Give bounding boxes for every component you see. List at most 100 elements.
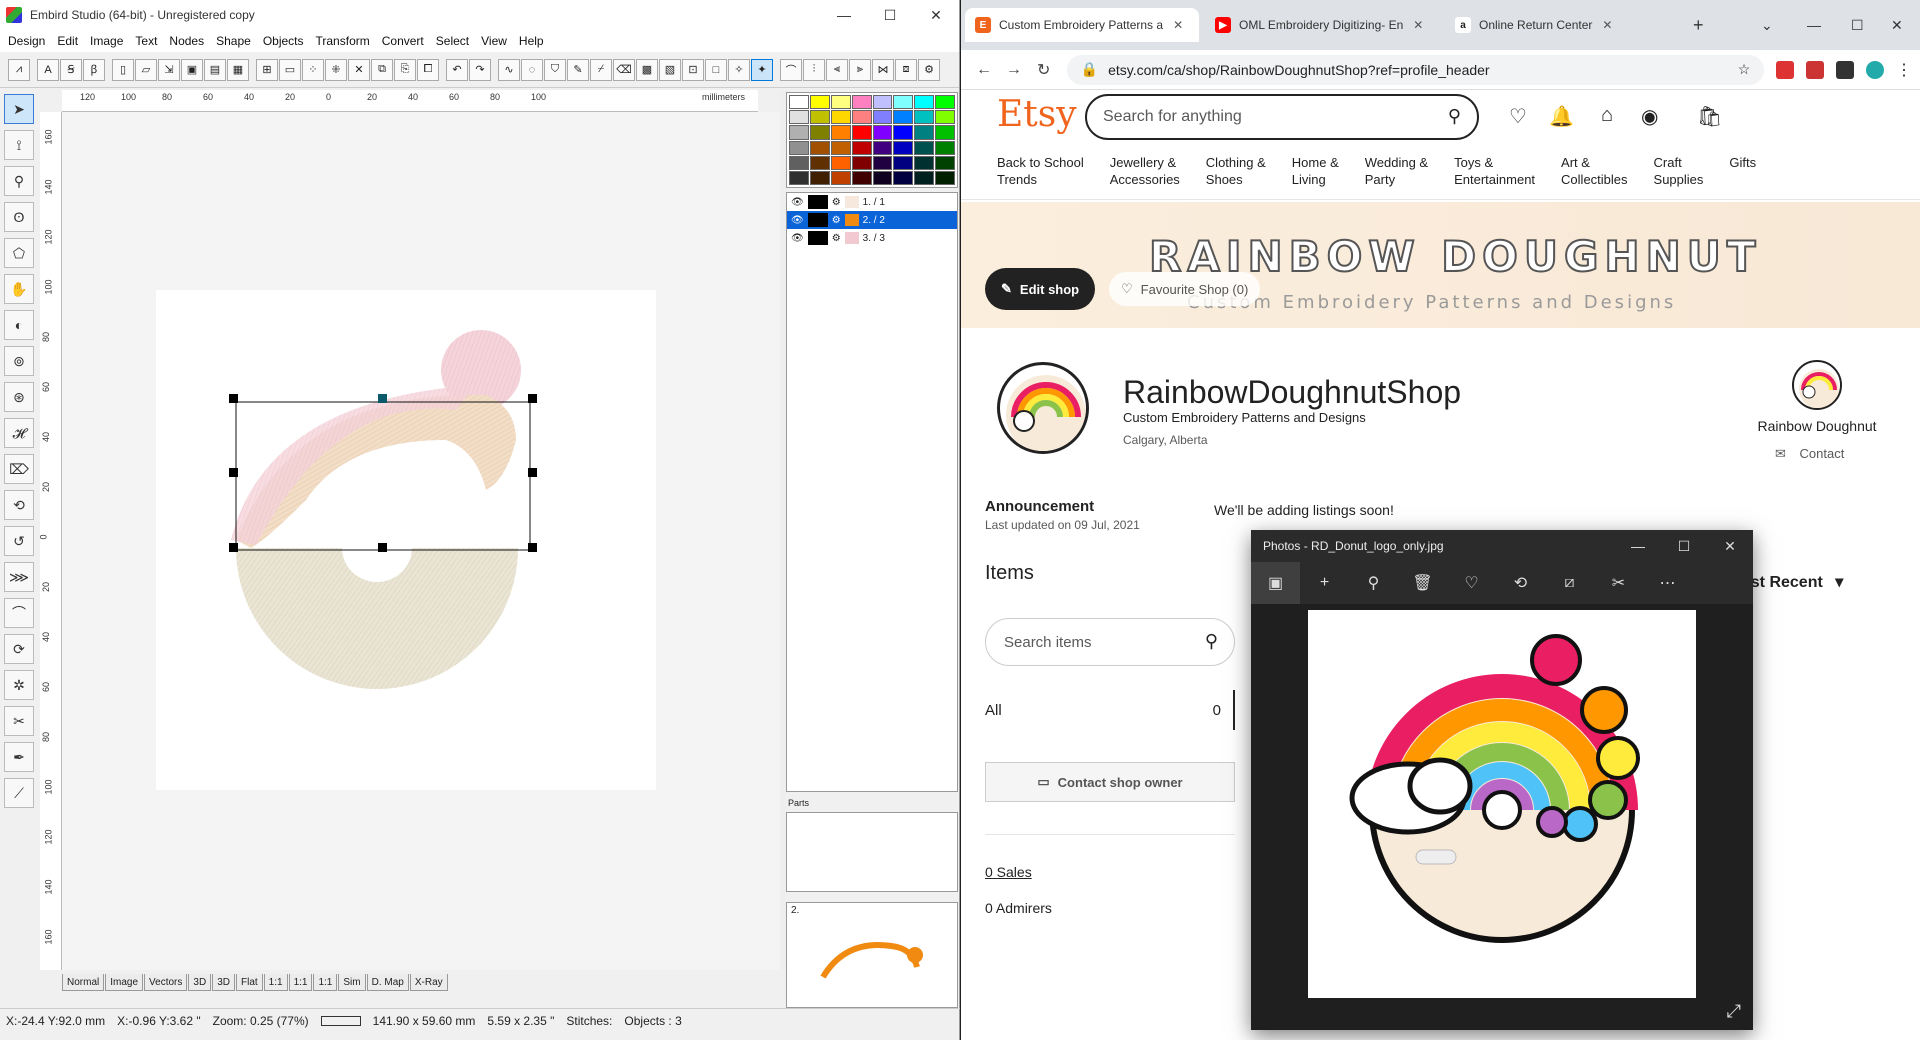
- close-button[interactable]: ✕: [1707, 530, 1753, 562]
- loop-tool-icon[interactable]: ↺: [4, 526, 34, 556]
- color-swatch[interactable]: [851, 140, 872, 155]
- measure-tool-icon[interactable]: ⟋: [4, 778, 34, 808]
- heart-icon[interactable]: ♡: [1509, 104, 1527, 129]
- account-avatar[interactable]: ◉: [1641, 104, 1658, 129]
- etsy-search-input[interactable]: Search for anything ⚲: [1085, 94, 1479, 140]
- print-icon[interactable]: ▦: [227, 58, 249, 81]
- close-tab-icon[interactable]: ✕: [1602, 18, 1612, 32]
- view-tab[interactable]: Flat: [235, 974, 263, 991]
- color-swatch[interactable]: [935, 155, 955, 170]
- more-icon[interactable]: ⋯: [1643, 562, 1692, 604]
- view-tab[interactable]: X-Ray: [409, 974, 448, 991]
- curve-icon[interactable]: ⌒: [780, 58, 802, 81]
- color-swatch[interactable]: [830, 125, 851, 140]
- color-swatch[interactable]: [893, 155, 914, 170]
- eye-icon[interactable]: 👁: [791, 233, 804, 244]
- profile-avatar[interactable]: [1866, 60, 1884, 79]
- gear-icon[interactable]: ⚙: [832, 233, 841, 244]
- color-swatch[interactable]: [809, 155, 830, 170]
- category-link[interactable]: Jewellery & Accessories: [1110, 154, 1180, 188]
- edit-shop-button[interactable]: ✎ Edit shop: [985, 268, 1096, 310]
- bezier-icon[interactable]: ∿: [498, 58, 520, 81]
- square-icon[interactable]: □: [705, 58, 727, 81]
- color-swatch[interactable]: [851, 170, 872, 185]
- color-swatch[interactable]: [914, 95, 935, 110]
- color-swatch[interactable]: [789, 170, 809, 185]
- settings-icon[interactable]: ⚙: [918, 58, 940, 81]
- menu-item[interactable]: Objects: [259, 34, 312, 48]
- pipette-icon[interactable]: ⌿: [590, 58, 612, 81]
- color-swatch[interactable]: [935, 140, 955, 155]
- view-tab[interactable]: Normal: [62, 974, 105, 991]
- color-swatch[interactable]: [914, 155, 935, 170]
- color-swatch[interactable]: [893, 110, 914, 125]
- edit-icon[interactable]: ✂: [1594, 562, 1643, 604]
- search-icon[interactable]: ⚲: [1205, 631, 1218, 652]
- color-swatch[interactable]: [830, 155, 851, 170]
- menu-item[interactable]: Text: [131, 34, 165, 48]
- category-link[interactable]: Craft Supplies: [1654, 154, 1704, 188]
- extension-icon[interactable]: [1776, 60, 1795, 79]
- etsy-logo[interactable]: Etsy: [997, 94, 1077, 135]
- bell-icon[interactable]: 🔔: [1549, 104, 1574, 129]
- new-icon[interactable]: ▯: [112, 58, 134, 81]
- zoom-icon[interactable]: ⚲: [1349, 562, 1398, 604]
- color-swatch[interactable]: [851, 95, 872, 110]
- maximize-button[interactable]: ☐: [1841, 8, 1874, 42]
- object-row[interactable]: 👁 ⚙ 3. / 3: [787, 229, 957, 247]
- category-link[interactable]: Clothing & Shoes: [1206, 154, 1266, 188]
- menu-item[interactable]: Nodes: [165, 34, 212, 48]
- menu-item[interactable]: Shape: [212, 34, 259, 48]
- cycle-tool-icon[interactable]: ⟳: [4, 634, 34, 664]
- sales-link[interactable]: 0 Sales: [985, 864, 1032, 880]
- back-icon[interactable]: ←: [969, 61, 999, 79]
- forward-icon[interactable]: →: [999, 61, 1029, 79]
- color-swatch[interactable]: [872, 110, 893, 125]
- knife-tool-icon[interactable]: ✂: [4, 706, 34, 736]
- redo-icon[interactable]: ↷: [469, 58, 491, 81]
- ribbon-tool-icon[interactable]: ⟲: [4, 490, 34, 520]
- gear-tool-icon[interactable]: ✲: [4, 670, 34, 700]
- new-tab-button[interactable]: +: [1683, 8, 1714, 42]
- items-search-input[interactable]: Search items ⚲: [985, 618, 1235, 666]
- color-swatch[interactable]: [830, 170, 851, 185]
- menu-item[interactable]: Transform: [312, 34, 378, 48]
- color-swatch[interactable]: [789, 155, 809, 170]
- open-icon[interactable]: ▱: [135, 58, 157, 81]
- pointer-tool-icon[interactable]: ➤: [4, 94, 34, 124]
- shirt-icon[interactable]: ⛉: [544, 58, 566, 81]
- category-link[interactable]: Gifts: [1729, 154, 1756, 188]
- menu-item[interactable]: Image: [86, 34, 131, 48]
- view-tab[interactable]: Image: [105, 974, 144, 991]
- tab-youtube[interactable]: ▶ OML Embroidery Digitizing- En ✕: [1205, 8, 1439, 42]
- parts-panel[interactable]: [786, 812, 958, 892]
- view-tab[interactable]: 3D: [188, 974, 212, 991]
- wand-icon[interactable]: ✧: [728, 58, 750, 81]
- crop-icon[interactable]: ⧄: [1545, 562, 1594, 604]
- tab-amazon[interactable]: a Online Return Center ✕: [1445, 8, 1679, 42]
- color-swatch[interactable]: [935, 170, 955, 185]
- hoop-area[interactable]: [156, 290, 656, 790]
- color-swatch[interactable]: [809, 125, 830, 140]
- url-field[interactable]: 🔒 etsy.com/ca/shop/RainbowDoughnutShop?r…: [1066, 54, 1765, 85]
- reload-icon[interactable]: ↻: [1029, 60, 1059, 80]
- font-icon[interactable]: ꞵ: [83, 58, 105, 81]
- color-swatch[interactable]: [830, 140, 851, 155]
- monogram-icon[interactable]: Ꞩ: [60, 58, 82, 81]
- category-link[interactable]: Art & Collectibles: [1561, 154, 1627, 188]
- stitch-tool-icon[interactable]: ✦: [751, 58, 773, 81]
- color-swatch[interactable]: [851, 110, 872, 125]
- align-icon[interactable]: ⫶: [803, 58, 825, 81]
- eye-icon[interactable]: 👁: [791, 215, 804, 226]
- color-swatch[interactable]: [809, 170, 830, 185]
- view-tab[interactable]: 1:1: [313, 974, 338, 991]
- shape-icon[interactable]: ◌: [521, 58, 543, 81]
- category-link[interactable]: Wedding & Party: [1365, 154, 1428, 188]
- color-swatch[interactable]: [851, 125, 872, 140]
- color-swatch[interactable]: [809, 95, 830, 110]
- minimize-button[interactable]: —: [1615, 530, 1661, 562]
- brush-icon[interactable]: ✎: [567, 58, 589, 81]
- rotate-tool-icon[interactable]: ⊛: [4, 382, 34, 412]
- sort-dropdown[interactable]: ost Recent ▾: [1741, 572, 1843, 592]
- view-tab[interactable]: D. Map: [366, 974, 409, 991]
